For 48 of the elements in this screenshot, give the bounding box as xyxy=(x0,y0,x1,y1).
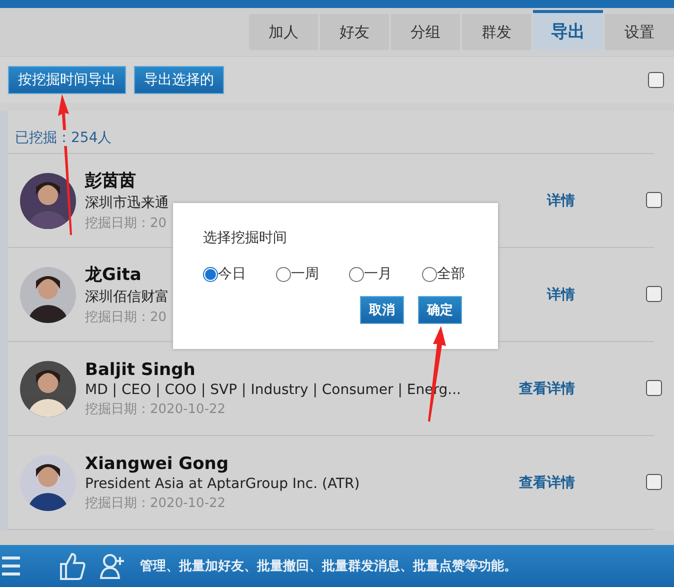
tab[interactable]: 分组 xyxy=(391,14,460,50)
export-button[interactable]: 导出选择的 xyxy=(134,66,224,94)
tab[interactable]: 导出 xyxy=(533,10,603,50)
tab[interactable]: 加人 xyxy=(249,14,318,50)
mined-date: 挖掘日期：2020-10-22 xyxy=(85,400,226,418)
add-user-icon[interactable] xyxy=(100,553,126,579)
details-link[interactable]: 查看详情 xyxy=(515,380,575,398)
details-link[interactable]: 详情 xyxy=(515,192,575,210)
mined-date: 挖掘日期：20 xyxy=(85,215,167,232)
dialog-title: 选择挖掘时间 xyxy=(203,229,288,247)
tab[interactable]: 设置 xyxy=(605,14,674,50)
time-radio-option[interactable]: 一周 xyxy=(276,265,349,283)
contact-headline: President Asia at AptarGroup Inc. (ATR) xyxy=(85,476,360,492)
mined-date: 挖掘日期：2020-10-22 xyxy=(85,494,226,512)
row-checkbox[interactable] xyxy=(646,286,662,302)
row-checkbox[interactable] xyxy=(646,192,662,208)
contact-headline: 深圳市迅来通 xyxy=(85,194,169,212)
radio-icon[interactable] xyxy=(276,266,291,282)
tab[interactable]: 好友 xyxy=(320,14,389,50)
contact-name: Xiangwei Gong xyxy=(85,454,229,474)
option-label: 一周 xyxy=(291,265,319,283)
row-checkbox[interactable] xyxy=(646,474,662,490)
mined-date: 挖掘日期：20 xyxy=(85,309,167,326)
row-checkbox[interactable] xyxy=(646,380,662,396)
tab[interactable]: 群发 xyxy=(462,14,531,50)
contact-headline: 深圳佰信财富 xyxy=(85,288,169,306)
count-label: 已挖掘：254人 xyxy=(15,130,112,146)
dialog-button[interactable]: 取消 xyxy=(360,296,404,324)
export-button[interactable]: 按挖掘时间导出 xyxy=(8,66,126,94)
select-all-checkbox[interactable] xyxy=(648,72,664,88)
time-radio-option[interactable]: 一月 xyxy=(349,265,422,283)
option-label: 今日 xyxy=(218,265,246,283)
dialog-button[interactable]: 确定 xyxy=(418,296,462,324)
radio-icon[interactable] xyxy=(349,266,364,282)
thumbs-up-icon[interactable] xyxy=(58,551,86,581)
option-label: 一月 xyxy=(364,265,392,283)
details-link[interactable]: 详情 xyxy=(515,286,575,304)
time-radio-option[interactable]: 全部 xyxy=(422,265,495,283)
details-link[interactable]: 查看详情 xyxy=(515,474,575,492)
contact-name: Baljit Singh xyxy=(85,360,196,380)
contact-name: 龙Gita xyxy=(85,264,142,286)
menu-icon[interactable] xyxy=(2,555,20,577)
option-label: 全部 xyxy=(437,265,465,283)
radio-icon[interactable] xyxy=(203,266,218,282)
feature-text: 管理、批量加好友、批量撤回、批量群发消息、批量点赞等功能。 xyxy=(140,558,517,575)
contact-name: 彭茵茵 xyxy=(85,170,136,192)
radio-icon[interactable] xyxy=(422,266,437,282)
time-radio-option[interactable]: 今日 xyxy=(203,265,276,283)
